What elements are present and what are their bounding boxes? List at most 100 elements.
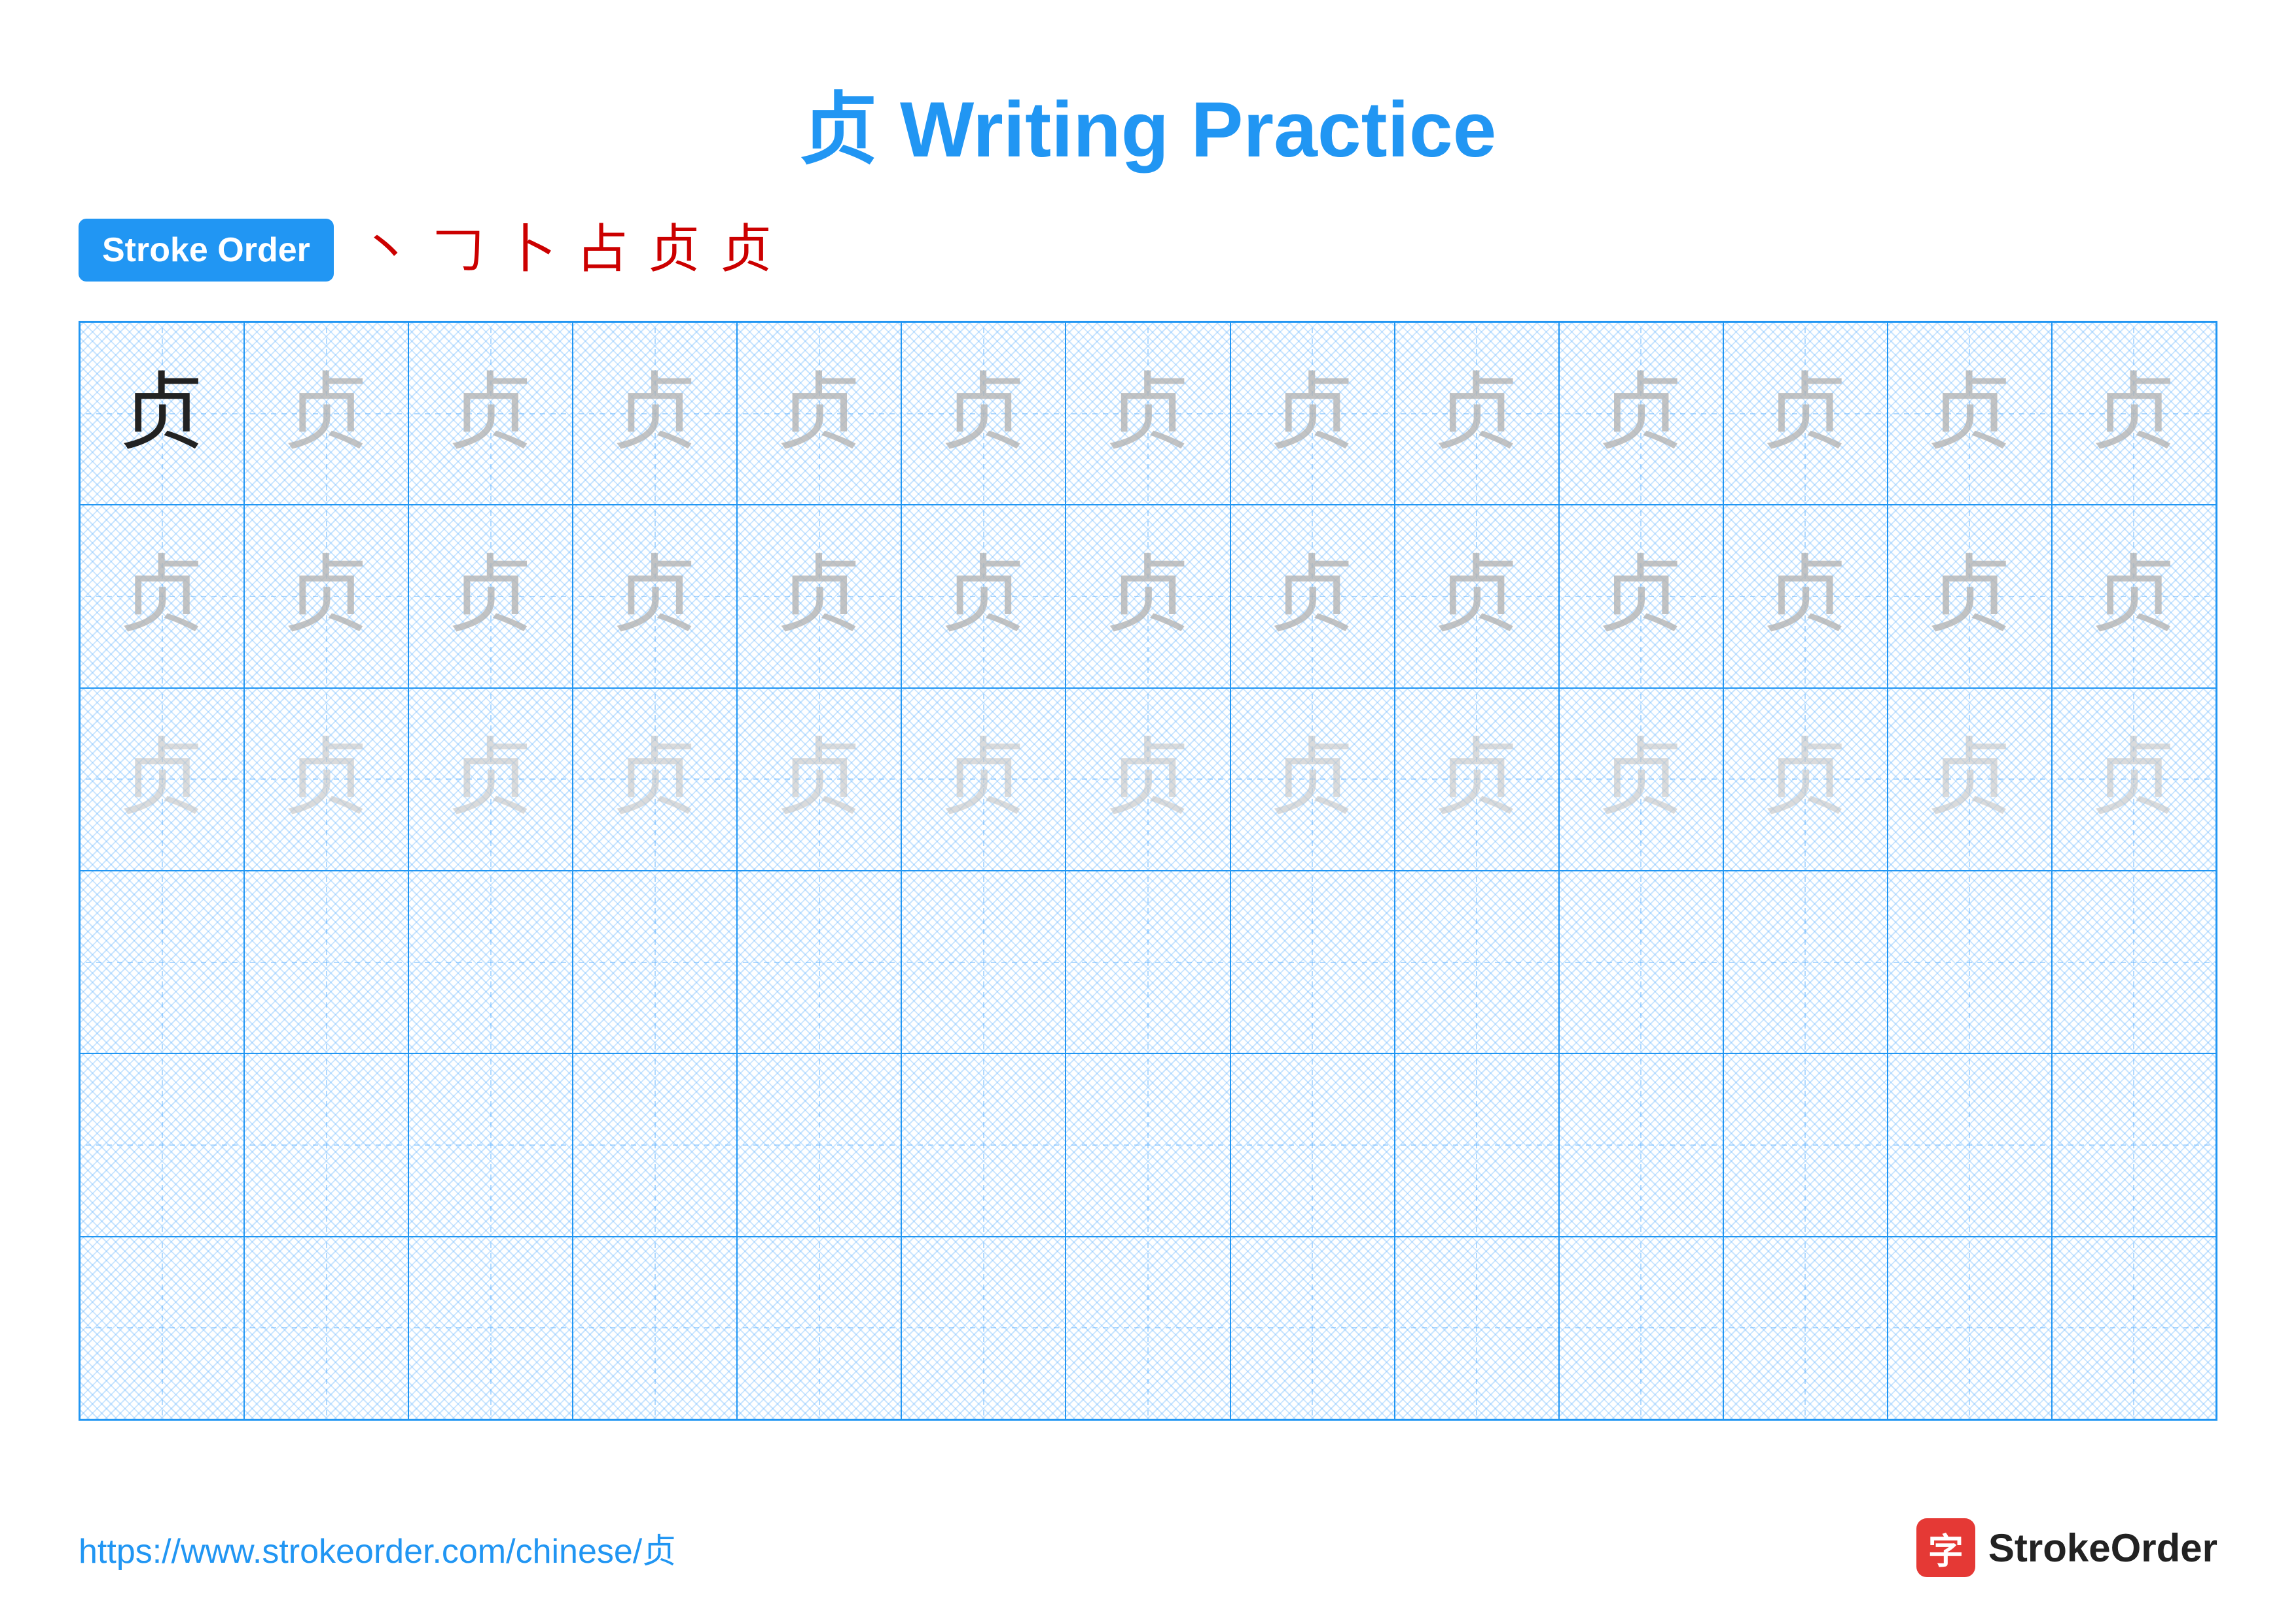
grid-cell[interactable]	[1066, 871, 1230, 1053]
grid-cell[interactable]	[1888, 1237, 2052, 1419]
stroke-sequence: 丶 𠃌 卜 占 贞 贞	[360, 224, 772, 276]
grid-cell[interactable]	[2052, 871, 2216, 1053]
grid-cell[interactable]	[1395, 1053, 1559, 1236]
grid-cell[interactable]: 贞	[1888, 322, 2052, 505]
grid-cell[interactable]: 贞	[80, 505, 244, 687]
grid-cell[interactable]: 贞	[1066, 322, 1230, 505]
grid-cell[interactable]	[1066, 1053, 1230, 1236]
practice-char: 贞	[941, 371, 1026, 456]
grid-cell[interactable]	[901, 1237, 1066, 1419]
practice-char: 贞	[777, 554, 862, 639]
practice-char: 贞	[1598, 737, 1683, 822]
practice-char: 贞	[1763, 554, 1848, 639]
grid-cell[interactable]	[573, 871, 737, 1053]
grid-cell[interactable]	[1723, 871, 1888, 1053]
grid-cell[interactable]	[244, 1237, 408, 1419]
grid-cell[interactable]: 贞	[1888, 505, 2052, 687]
grid-cell[interactable]: 贞	[1230, 505, 1395, 687]
grid-cell[interactable]	[573, 1053, 737, 1236]
practice-char: 贞	[1927, 371, 2012, 456]
grid-cell[interactable]: 贞	[737, 322, 901, 505]
grid-cell[interactable]	[1395, 1237, 1559, 1419]
grid-cell[interactable]	[1888, 871, 2052, 1053]
grid-cell[interactable]: 贞	[2052, 688, 2216, 871]
grid-cell[interactable]	[737, 1053, 901, 1236]
grid-cell[interactable]	[408, 1237, 573, 1419]
grid-cell[interactable]	[737, 1237, 901, 1419]
stroke-5: 贞	[648, 224, 700, 276]
grid-cell[interactable]: 贞	[408, 505, 573, 687]
grid-cell[interactable]	[408, 1053, 573, 1236]
grid-cell[interactable]	[1559, 1053, 1723, 1236]
grid-cell[interactable]: 贞	[80, 322, 244, 505]
grid-cell[interactable]	[1395, 871, 1559, 1053]
grid-cell[interactable]: 贞	[737, 505, 901, 687]
grid-cell[interactable]: 贞	[573, 505, 737, 687]
grid-cell[interactable]	[1559, 1237, 1723, 1419]
grid-cell[interactable]: 贞	[1559, 322, 1723, 505]
grid-cell[interactable]: 贞	[573, 688, 737, 871]
grid-cell[interactable]: 贞	[1066, 688, 1230, 871]
grid-cell[interactable]: 贞	[244, 322, 408, 505]
practice-char: 贞	[120, 737, 205, 822]
grid-cell[interactable]	[901, 1053, 1066, 1236]
grid-cell[interactable]: 贞	[1888, 688, 2052, 871]
grid-cell[interactable]: 贞	[2052, 322, 2216, 505]
grid-cell[interactable]	[901, 871, 1066, 1053]
grid-cell[interactable]: 贞	[408, 688, 573, 871]
grid-cell[interactable]: 贞	[737, 688, 901, 871]
grid-cell[interactable]: 贞	[901, 322, 1066, 505]
grid-cell[interactable]: 贞	[1723, 688, 1888, 871]
practice-char: 贞	[613, 371, 698, 456]
grid-cell[interactable]	[1230, 1237, 1395, 1419]
grid-cell[interactable]	[80, 1237, 244, 1419]
grid-cell[interactable]: 贞	[80, 688, 244, 871]
grid-cell[interactable]: 贞	[901, 505, 1066, 687]
grid-cell[interactable]: 贞	[1559, 505, 1723, 687]
practice-char: 贞	[1270, 737, 1355, 822]
grid-cell[interactable]: 贞	[1395, 505, 1559, 687]
grid-cell[interactable]	[408, 871, 573, 1053]
grid-cell[interactable]	[2052, 1053, 2216, 1236]
grid-cell[interactable]	[1559, 871, 1723, 1053]
grid-cell[interactable]: 贞	[2052, 505, 2216, 687]
grid-cell[interactable]	[573, 1237, 737, 1419]
grid-cell[interactable]: 贞	[408, 322, 573, 505]
grid-cell[interactable]: 贞	[1723, 322, 1888, 505]
practice-char: 贞	[1105, 554, 1191, 639]
grid-cell[interactable]	[1723, 1053, 1888, 1236]
grid-cell[interactable]: 贞	[1723, 505, 1888, 687]
practice-char: 贞	[448, 371, 533, 456]
stroke-order-badge: Stroke Order	[79, 219, 334, 282]
grid-cell[interactable]: 贞	[1066, 505, 1230, 687]
grid-cell[interactable]: 贞	[1230, 688, 1395, 871]
grid-cell[interactable]	[80, 871, 244, 1053]
grid-cell[interactable]	[244, 1053, 408, 1236]
practice-char: 贞	[777, 737, 862, 822]
practice-char: 贞	[1927, 737, 2012, 822]
grid-cell[interactable]: 贞	[1395, 688, 1559, 871]
grid-cell[interactable]	[1230, 871, 1395, 1053]
grid-cell[interactable]	[1230, 1053, 1395, 1236]
grid-cell[interactable]	[80, 1053, 244, 1236]
grid-cell[interactable]	[1888, 1053, 2052, 1236]
grid-cell[interactable]: 贞	[901, 688, 1066, 871]
grid-cell[interactable]: 贞	[573, 322, 737, 505]
grid-cell[interactable]	[1723, 1237, 1888, 1419]
practice-char: 贞	[1598, 554, 1683, 639]
stroke-3: 卜	[504, 224, 556, 276]
practice-char: 贞	[2091, 737, 2176, 822]
practice-char: 贞	[613, 737, 698, 822]
grid-cell[interactable]	[737, 871, 901, 1053]
grid-cell[interactable]	[244, 871, 408, 1053]
grid-cell[interactable]: 贞	[1395, 322, 1559, 505]
grid-cell[interactable]	[1066, 1237, 1230, 1419]
practice-char: 贞	[448, 554, 533, 639]
grid-cell[interactable]: 贞	[244, 505, 408, 687]
grid-cell[interactable]	[2052, 1237, 2216, 1419]
practice-char: 贞	[284, 554, 369, 639]
grid-cell[interactable]: 贞	[1230, 322, 1395, 505]
grid-cell[interactable]: 贞	[244, 688, 408, 871]
grid-cell[interactable]: 贞	[1559, 688, 1723, 871]
practice-char: 贞	[777, 371, 862, 456]
